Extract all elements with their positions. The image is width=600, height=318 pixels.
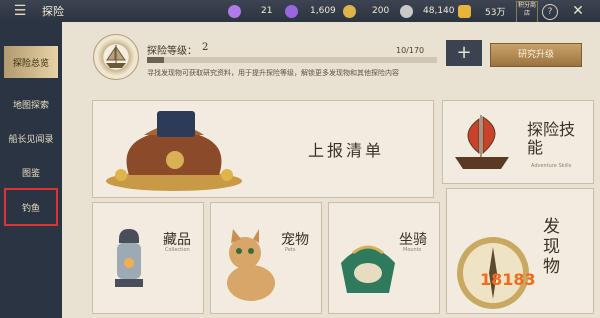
sidebar-item-captain-log[interactable]: 船长见闻录 <box>4 122 58 154</box>
gold-coin-icon <box>343 4 356 18</box>
lantern-icon <box>115 229 143 287</box>
sidebar-item-overview[interactable]: 探险总览 <box>4 46 58 78</box>
saddle-icon <box>341 245 395 293</box>
pets-panel[interactable]: 宠物 Pets <box>210 202 322 314</box>
report-list-title: 上报清单 <box>308 141 385 160</box>
resource-value: 1,609 <box>310 6 336 16</box>
points-shop-button[interactable]: 积分商店 <box>516 1 538 23</box>
discoveries-panel[interactable]: 发现物 <box>446 188 594 314</box>
purple-gem-icon <box>228 4 241 18</box>
sidebar-item-fishing[interactable]: 钓鱼 <box>4 188 58 226</box>
sidebar-item-codex[interactable]: 图鉴 <box>4 156 58 188</box>
resource-value: 48,140 <box>423 6 455 16</box>
mounts-subtitle: Mounts <box>403 247 422 253</box>
watermark-logo: 18183 <box>480 270 536 289</box>
help-button[interactable]: ? <box>542 4 558 20</box>
gold-ingot-icon <box>458 4 471 18</box>
level-label: 探险等级： <box>147 46 197 57</box>
mounts-panel[interactable]: 坐骑 Mounts <box>328 202 440 314</box>
level-progress-fill <box>147 57 165 63</box>
resource-gold-coin[interactable]: 200 <box>343 3 389 19</box>
level-description: 寻找发现物可获取研究资料，用于提升探险等级，解锁更多发现物和其他探险内容 <box>147 69 399 77</box>
sidebar: 探险总览 地图探索 船长见闻录 图鉴 钓鱼 <box>0 22 62 318</box>
silver-coin-icon <box>400 4 413 18</box>
resource-purple-gem[interactable]: 21 <box>228 3 272 19</box>
level-value: 2 <box>202 42 209 53</box>
report-list-panel[interactable]: 上报清单 <box>92 100 434 198</box>
adventure-skills-title: 探险技能 <box>527 120 576 157</box>
adventure-skills-subtitle: Adventure Skills <box>531 163 572 169</box>
resource-value: 200 <box>372 6 390 16</box>
purple-diamond-icon <box>285 4 298 18</box>
adventure-skills-panel[interactable]: 探险技能 Adventure Skills <box>442 100 594 184</box>
collection-panel[interactable]: 藏品 Collection <box>92 202 204 314</box>
mounts-title: 坐骑 <box>399 232 427 248</box>
pets-subtitle: Pets <box>285 247 296 253</box>
add-research-button[interactable]: + <box>446 40 482 66</box>
research-upgrade-button[interactable]: 研究升级 <box>490 43 582 67</box>
level-progress-bar <box>147 57 437 63</box>
ship-icon <box>455 115 509 169</box>
back-button[interactable]: ☰ <box>0 0 40 22</box>
resource-value: 21 <box>261 6 273 16</box>
menu-icon: ☰ <box>13 3 27 19</box>
cat-icon <box>227 229 275 301</box>
ship-badge-icon <box>93 34 139 80</box>
sidebar-item-map-explore[interactable]: 地图探索 <box>4 88 58 120</box>
close-button[interactable]: ✕ <box>568 1 588 21</box>
discoveries-title: 发现物 <box>543 217 560 277</box>
pets-title: 宠物 <box>281 232 309 248</box>
level-progress-text: 10/170 <box>396 46 425 55</box>
compass-icon <box>457 237 529 309</box>
collection-title: 藏品 <box>163 232 191 248</box>
resource-silver-coin[interactable]: 48,140 <box>400 3 455 19</box>
page-title: 探险 <box>42 5 64 18</box>
collection-subtitle: Collection <box>165 247 190 253</box>
resource-gold-ingot[interactable]: 53万 <box>458 3 505 19</box>
resource-value: 53万 <box>485 7 506 18</box>
treasure-bag-icon <box>106 111 242 191</box>
resource-purple-diamond[interactable]: 1,609 <box>285 3 336 19</box>
